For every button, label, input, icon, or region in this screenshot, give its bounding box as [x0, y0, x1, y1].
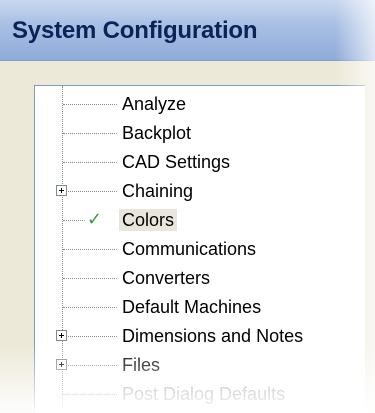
tree-item-label: CAD Settings: [122, 152, 231, 172]
tree-item-backplot[interactable]: Backplot: [35, 119, 365, 147]
tree-item-label: Post Dialog Defaults: [122, 384, 286, 404]
tree-branch-line: [63, 133, 117, 134]
tree-item-label: Converters: [122, 268, 211, 288]
window-title: System Configuration: [12, 17, 258, 44]
system-configuration-window: System Configuration Analyze Backplot CA…: [0, 0, 375, 413]
tree-item-label: Analyze: [122, 94, 187, 114]
plus-box-icon[interactable]: [56, 330, 67, 341]
tree-branch-line: [63, 307, 117, 308]
tree-item-cad-settings[interactable]: CAD Settings: [35, 148, 365, 176]
plus-box-icon[interactable]: [56, 359, 67, 370]
tree-branch-line: [63, 365, 117, 366]
tree-item-analyze[interactable]: Analyze: [35, 90, 365, 118]
configuration-tree[interactable]: Analyze Backplot CAD Settings Chaining ✓…: [34, 85, 365, 413]
tree-branch-line: [63, 104, 117, 105]
tree-item-communications[interactable]: Communications: [35, 235, 365, 263]
title-bar[interactable]: System Configuration: [0, 0, 375, 61]
tree-item-default-machines[interactable]: Default Machines: [35, 293, 365, 321]
plus-box-icon[interactable]: [56, 185, 67, 196]
tree-branch-line: [63, 278, 117, 279]
tree-branch-line: [63, 336, 117, 337]
tree-item-colors[interactable]: ✓ Colors: [35, 206, 365, 234]
tree-item-label: Chaining: [122, 181, 194, 201]
tree-item-label: Default Machines: [122, 297, 262, 317]
tree-item-label: Colors: [119, 209, 178, 231]
tree-branch-line: [63, 162, 117, 163]
tree-item-converters[interactable]: Converters: [35, 264, 365, 292]
tree-branch-line: [63, 191, 117, 192]
tree-branch-line: [63, 220, 85, 221]
checkmark-icon: ✓: [87, 209, 103, 230]
tree-item-post-dialog-defaults[interactable]: Post Dialog Defaults: [35, 380, 365, 408]
tree-branch-line: [63, 394, 117, 395]
tree-item-label: Backplot: [122, 123, 192, 143]
tree-item-label: Files: [122, 355, 161, 375]
dialog-content: Analyze Backplot CAD Settings Chaining ✓…: [0, 61, 375, 413]
tree-branch-line: [63, 249, 117, 250]
tree-item-label: Dimensions and Notes: [122, 326, 304, 346]
tree-item-label: Communications: [122, 239, 257, 259]
tree-item-files[interactable]: Files: [35, 351, 365, 379]
tree-item-chaining[interactable]: Chaining: [35, 177, 365, 205]
tree-item-dimensions-and-notes[interactable]: Dimensions and Notes: [35, 322, 365, 350]
